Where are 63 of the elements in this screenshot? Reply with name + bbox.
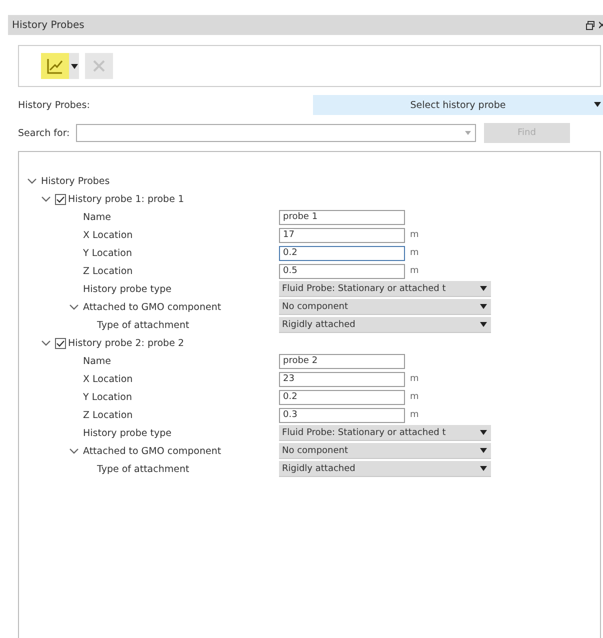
property-label: Attached to GMO component bbox=[83, 446, 222, 456]
property-label: Attached to GMO component bbox=[83, 302, 222, 312]
text-field[interactable]: 0.2 bbox=[279, 246, 405, 260]
property-label: History probe type bbox=[83, 428, 172, 438]
text-field[interactable]: 17 bbox=[279, 228, 405, 242]
close-icon[interactable] bbox=[599, 21, 603, 29]
tree-node[interactable]: History probe 1: probe 1 bbox=[68, 194, 184, 204]
unit-label: m bbox=[410, 266, 419, 276]
dropdown-arrow-icon bbox=[480, 448, 487, 453]
close-icon bbox=[93, 60, 105, 72]
expanded-caret-icon[interactable] bbox=[69, 303, 79, 311]
unit-label: m bbox=[410, 392, 419, 402]
dropdown-arrow-icon bbox=[480, 304, 487, 309]
property-label: Name bbox=[83, 212, 112, 222]
property-label: Name bbox=[83, 356, 112, 366]
probe-dropdown[interactable]: Select history probe bbox=[313, 95, 603, 115]
text-field[interactable]: 0.3 bbox=[279, 408, 405, 422]
text-field[interactable]: probe 1 bbox=[279, 210, 405, 224]
property-label: Y Location bbox=[83, 248, 134, 258]
property-label: Z Location bbox=[83, 266, 134, 276]
unit-label: m bbox=[410, 230, 419, 240]
dropdown-arrow-icon bbox=[70, 64, 78, 68]
property-label: X Location bbox=[83, 374, 134, 384]
dropdown[interactable]: Rigidly attached bbox=[279, 317, 491, 333]
checkbox[interactable] bbox=[55, 338, 66, 348]
expanded-caret-icon[interactable] bbox=[27, 177, 37, 185]
property-label: History probe type bbox=[83, 284, 172, 294]
text-field[interactable]: probe 2 bbox=[279, 354, 405, 368]
window-title: History Probes bbox=[12, 20, 84, 30]
expanded-caret-icon[interactable] bbox=[69, 447, 79, 455]
dropdown-arrow-icon bbox=[480, 322, 487, 327]
tree-node[interactable]: History Probes bbox=[41, 176, 110, 186]
dropdown[interactable]: No component bbox=[279, 443, 491, 459]
text-field[interactable]: 23 bbox=[279, 372, 405, 386]
unit-label: m bbox=[410, 374, 419, 384]
dropdown[interactable]: Rigidly attached bbox=[279, 461, 491, 477]
field-label: Search for: bbox=[18, 128, 70, 138]
property-label: Type of attachment bbox=[97, 320, 190, 330]
text-field[interactable]: 0.5 bbox=[279, 264, 405, 278]
checkbox[interactable] bbox=[55, 194, 66, 204]
dropdown[interactable]: Fluid Probe: Stationary or attached t bbox=[279, 281, 491, 297]
dropdown-arrow-icon bbox=[480, 430, 487, 435]
tree-node[interactable]: History probe 2: probe 2 bbox=[68, 338, 184, 348]
dropdown-arrow-icon bbox=[480, 466, 487, 471]
property-label: Type of attachment bbox=[97, 464, 190, 474]
property-label: X Location bbox=[83, 230, 134, 240]
chart-icon bbox=[47, 58, 63, 74]
field-label: History Probes: bbox=[18, 100, 91, 110]
expanded-caret-icon[interactable] bbox=[41, 195, 51, 203]
dropdown-arrow-icon bbox=[464, 131, 471, 135]
unit-label: m bbox=[410, 248, 419, 258]
dropdown[interactable]: No component bbox=[279, 299, 491, 315]
dropdown[interactable]: Fluid Probe: Stationary or attached t bbox=[279, 425, 491, 441]
property-label: Y Location bbox=[83, 392, 134, 402]
dropdown-arrow-icon bbox=[480, 286, 487, 291]
dropdown-arrow-icon bbox=[594, 102, 601, 107]
expanded-caret-icon[interactable] bbox=[41, 339, 51, 347]
unit-label: m bbox=[410, 410, 419, 420]
search-field[interactable] bbox=[76, 124, 476, 142]
menu-button[interactable] bbox=[69, 53, 79, 79]
text-field[interactable]: 0.2 bbox=[279, 390, 405, 404]
float-icon[interactable] bbox=[586, 20, 595, 30]
property-label: Z Location bbox=[83, 410, 134, 420]
